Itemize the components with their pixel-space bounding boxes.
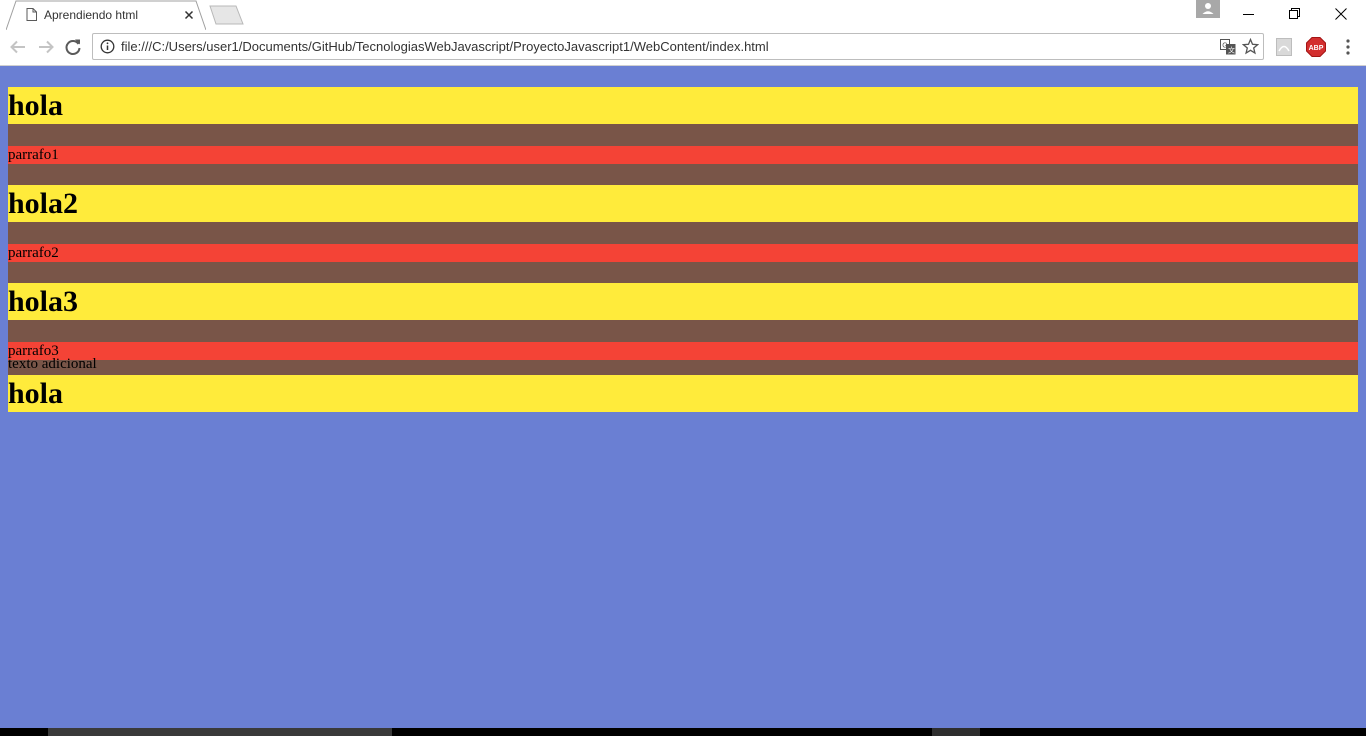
close-icon[interactable] — [182, 8, 196, 22]
address-bar[interactable]: file:///C:/Users/user1/Documents/GitHub/… — [92, 33, 1264, 60]
restore-button[interactable] — [1272, 0, 1318, 30]
tab-title: Aprendiendo html — [44, 8, 139, 22]
content-section: parrafo1 — [8, 124, 1358, 185]
new-tab-button[interactable] — [206, 5, 246, 25]
final-heading: hola — [8, 375, 1358, 412]
additional-text: texto adicional — [8, 356, 97, 372]
heading: hola3 — [8, 283, 1358, 320]
browser-tab[interactable]: Aprendiendo html — [6, 0, 206, 30]
forward-icon[interactable] — [35, 36, 57, 58]
taskbar-item[interactable] — [932, 728, 980, 736]
translate-icon[interactable]: G 文 — [1220, 39, 1236, 55]
svg-text:G: G — [1222, 43, 1227, 50]
pdf-icon[interactable] — [1276, 38, 1292, 56]
user-profile-icon[interactable] — [1196, 0, 1220, 18]
browser-toolbar: file:///C:/Users/user1/Documents/GitHub/… — [0, 30, 1366, 66]
close-window-icon — [1335, 8, 1347, 20]
menu-dots-icon[interactable] — [1340, 37, 1356, 57]
heading: hola2 — [8, 185, 1358, 222]
content-section: parrafo2 — [8, 222, 1358, 283]
adblock-plus-icon[interactable]: ABP — [1306, 37, 1326, 57]
svg-text:文: 文 — [1228, 46, 1235, 55]
page-icon — [26, 8, 37, 21]
taskbar — [0, 728, 1366, 736]
paragraph: parrafo1 — [8, 146, 1358, 164]
paragraph: parrafo3 — [8, 342, 1358, 360]
page-content: hola parrafo1 hola2 parrafo2 hola3 parra… — [8, 87, 1358, 412]
content-section: parrafo3 texto adicional — [8, 320, 1358, 375]
info-icon[interactable] — [100, 39, 115, 54]
minimize-icon — [1243, 14, 1254, 15]
page-viewport: hola parrafo1 hola2 parrafo2 hola3 parra… — [0, 66, 1366, 728]
title-bar: Aprendiendo html — [0, 0, 1366, 30]
star-icon[interactable] — [1242, 38, 1259, 55]
close-window-button[interactable] — [1318, 0, 1364, 30]
paragraph: parrafo2 — [8, 244, 1358, 262]
restore-icon — [1289, 8, 1300, 19]
url-text[interactable]: file:///C:/Users/user1/Documents/GitHub/… — [121, 39, 769, 54]
reload-icon[interactable] — [62, 36, 84, 58]
back-icon[interactable] — [7, 36, 29, 58]
taskbar-item[interactable] — [48, 728, 392, 736]
svg-text:ABP: ABP — [1309, 45, 1324, 52]
heading: hola — [8, 87, 1358, 124]
minimize-button[interactable] — [1226, 0, 1272, 30]
